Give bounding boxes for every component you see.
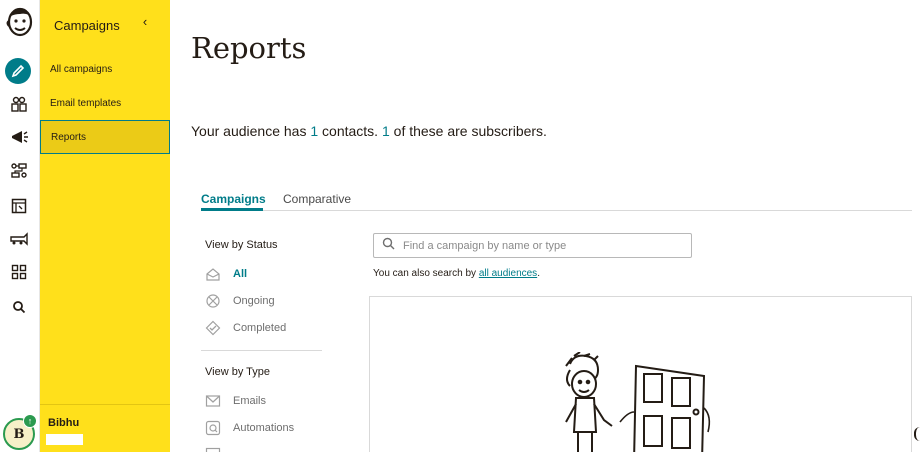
audience-icon[interactable] bbox=[8, 93, 30, 115]
sidebar-item-email-templates[interactable]: Email templates bbox=[40, 86, 170, 120]
search-hint-suffix: . bbox=[537, 268, 540, 279]
envelope-icon bbox=[205, 393, 221, 409]
sidebar-item-label: Email templates bbox=[50, 97, 122, 109]
empty-state-illustration bbox=[556, 351, 726, 452]
subscribers-count: 1 bbox=[381, 123, 390, 139]
filter-type-automations[interactable]: Automations bbox=[205, 419, 294, 437]
sidebar-item-label: Reports bbox=[51, 131, 87, 143]
summary-middle: contacts. bbox=[318, 123, 382, 139]
redacted-email bbox=[46, 434, 83, 445]
contacts-count: 1 bbox=[310, 123, 319, 139]
inbox-icon bbox=[205, 266, 221, 282]
ongoing-icon bbox=[205, 293, 221, 309]
upgrade-badge-icon: ↑ bbox=[23, 414, 37, 428]
filter-type-partial bbox=[205, 446, 233, 452]
type-filter-heading: View by Type bbox=[205, 366, 271, 378]
reports-empty-panel bbox=[369, 296, 912, 452]
filter-label: All bbox=[233, 268, 248, 280]
summary-suffix: of these are subscribers. bbox=[389, 123, 547, 139]
sidebar-account[interactable]: Bibhu bbox=[40, 404, 170, 452]
automation-icon bbox=[205, 420, 221, 436]
landing-page-icon bbox=[205, 447, 221, 452]
tab-campaigns[interactable]: Campaigns bbox=[201, 192, 266, 206]
sidebar-heading: Campaigns bbox=[54, 18, 120, 33]
all-audiences-link[interactable]: all audiences bbox=[479, 268, 537, 279]
search-input[interactable] bbox=[403, 239, 683, 252]
filter-label: Ongoing bbox=[233, 295, 275, 307]
search-hint-prefix: You can also search by bbox=[373, 268, 479, 279]
sidebar-item-reports[interactable]: Reports bbox=[40, 120, 170, 154]
filter-label: Automations bbox=[233, 422, 295, 434]
filter-status-ongoing[interactable]: Ongoing bbox=[205, 292, 275, 310]
account-name: Bibhu bbox=[48, 417, 80, 429]
automations-icon[interactable] bbox=[8, 160, 30, 182]
tab-comparative[interactable]: Comparative bbox=[283, 192, 351, 206]
sidebar-item-label: All campaigns bbox=[50, 63, 113, 75]
status-filter-heading: View by Status bbox=[205, 239, 278, 251]
summary-prefix: Your audience has bbox=[191, 123, 311, 139]
page-title: Reports bbox=[191, 31, 307, 65]
completed-check-icon bbox=[205, 320, 221, 336]
pencil-icon[interactable] bbox=[5, 58, 31, 84]
website-icon[interactable] bbox=[8, 195, 30, 217]
filter-status-all[interactable]: All bbox=[205, 265, 247, 283]
filter-status-completed[interactable]: Completed bbox=[205, 319, 286, 337]
icon-rail bbox=[0, 0, 40, 452]
filter-label: Completed bbox=[233, 322, 287, 334]
search-hint: You can also search by all audiences. bbox=[373, 268, 540, 279]
freddie-logo-icon[interactable] bbox=[5, 6, 35, 40]
audience-summary: Your audience has 1 contacts. 1 of these… bbox=[191, 123, 547, 139]
campaign-search[interactable] bbox=[373, 233, 692, 258]
sidebar-item-all-campaigns[interactable]: All campaigns bbox=[40, 52, 170, 86]
integrations-icon[interactable] bbox=[8, 261, 30, 283]
campaigns-sidebar: Campaigns ‹ All campaigns Email template… bbox=[40, 0, 170, 452]
megaphone-icon[interactable] bbox=[8, 126, 30, 148]
collapse-sidebar-button[interactable]: ‹ bbox=[138, 14, 152, 34]
filter-type-emails[interactable]: Emails bbox=[205, 392, 266, 410]
filter-label: Emails bbox=[233, 395, 267, 407]
tabs-divider bbox=[201, 210, 912, 211]
content-icon[interactable] bbox=[8, 228, 30, 250]
search-icon[interactable] bbox=[8, 296, 30, 318]
edge-fragment bbox=[914, 427, 920, 441]
active-tab-indicator bbox=[201, 208, 263, 211]
filter-divider bbox=[201, 350, 322, 351]
search-icon bbox=[382, 237, 395, 255]
